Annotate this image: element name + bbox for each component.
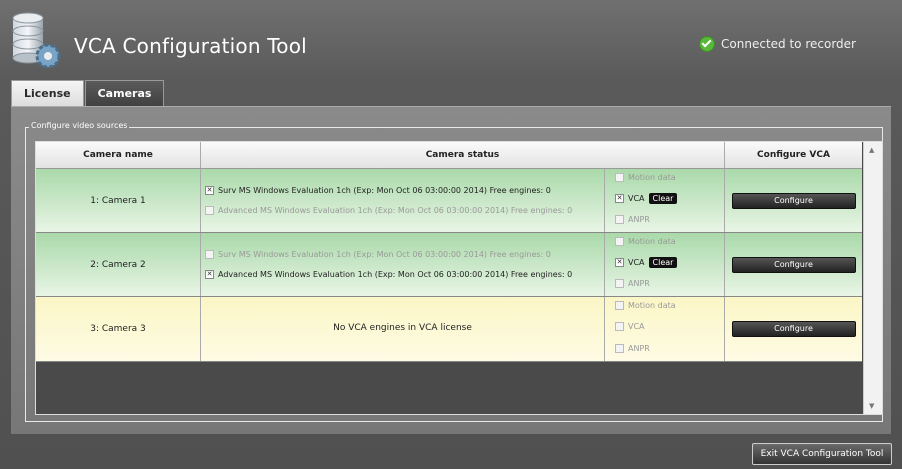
configure-cell: Configure bbox=[725, 169, 862, 232]
license-option: Advanced MS Windows Evaluation 1ch (Exp:… bbox=[205, 206, 572, 215]
column-header-camera-status[interactable]: Camera status bbox=[201, 142, 725, 168]
checkbox bbox=[615, 322, 624, 331]
engine-options: Motion data ✕ VCA Clear ANPR bbox=[605, 233, 725, 296]
checkbox[interactable]: ✕ bbox=[205, 186, 214, 195]
engine-vca[interactable]: ✕ VCA Clear bbox=[615, 257, 678, 268]
license-option: Surv MS Windows Evaluation 1ch (Exp: Mon… bbox=[205, 250, 551, 259]
camera-table: Camera name Camera status Configure VCA … bbox=[35, 141, 883, 415]
checkbox bbox=[615, 279, 624, 288]
camera-name: 1: Camera 1 bbox=[36, 169, 201, 232]
engine-anpr: ANPR bbox=[615, 215, 650, 224]
column-header-configure-vca[interactable]: Configure VCA bbox=[725, 142, 862, 168]
configure-button[interactable]: Configure bbox=[731, 321, 856, 337]
engine-label: VCA bbox=[628, 194, 645, 203]
column-header-camera-name[interactable]: Camera name bbox=[36, 142, 201, 168]
connection-status: Connected to recorder bbox=[699, 36, 856, 52]
database-gear-icon bbox=[11, 12, 63, 70]
engine-label: ANPR bbox=[628, 215, 650, 224]
license-option[interactable]: ✕ Advanced MS Windows Evaluation 1ch (Ex… bbox=[205, 270, 572, 279]
configure-cell: Configure bbox=[725, 297, 862, 361]
checkbox bbox=[615, 215, 624, 224]
scroll-up-icon[interactable]: ▲ bbox=[869, 146, 874, 154]
app-title: VCA Configuration Tool bbox=[74, 34, 307, 58]
engine-label: Motion data bbox=[628, 173, 676, 182]
configure-button[interactable]: Configure bbox=[731, 256, 856, 273]
connection-status-text: Connected to recorder bbox=[721, 37, 856, 51]
checkbox bbox=[615, 237, 624, 246]
table-header: Camera name Camera status Configure VCA bbox=[36, 142, 862, 169]
engine-motion-data: Motion data bbox=[615, 301, 676, 310]
engine-label: VCA bbox=[628, 322, 645, 331]
configure-cell: Configure bbox=[725, 233, 862, 296]
table-row[interactable]: 1: Camera 1 ✕ Surv MS Windows Evaluation… bbox=[36, 169, 862, 233]
engine-motion-data: Motion data bbox=[615, 173, 676, 182]
checkbox[interactable]: ✕ bbox=[205, 270, 214, 279]
configure-button[interactable]: Configure bbox=[731, 192, 856, 209]
group-label: Configure video sources bbox=[29, 121, 130, 130]
checkbox bbox=[205, 250, 214, 259]
camera-status: No VCA engines in VCA license bbox=[201, 297, 605, 361]
engine-vca[interactable]: ✕ VCA Clear bbox=[615, 193, 678, 204]
engine-anpr: ANPR bbox=[615, 279, 650, 288]
engine-label: VCA bbox=[628, 258, 645, 267]
checkbox bbox=[615, 301, 624, 310]
engine-options: Motion data VCA ANPR bbox=[605, 297, 725, 361]
clear-button[interactable]: Clear bbox=[648, 257, 678, 268]
checkbox[interactable]: ✕ bbox=[615, 258, 624, 267]
checkbox bbox=[615, 344, 624, 353]
tab-license[interactable]: License bbox=[11, 80, 84, 107]
engine-vca: VCA bbox=[615, 322, 645, 331]
check-circle-icon bbox=[699, 36, 716, 52]
no-license-text: No VCA engines in VCA license bbox=[333, 323, 472, 333]
license-text: Surv MS Windows Evaluation 1ch (Exp: Mon… bbox=[218, 186, 551, 195]
tab-cameras[interactable]: Cameras bbox=[84, 80, 165, 107]
camera-name: 2: Camera 2 bbox=[36, 233, 201, 296]
checkbox[interactable]: ✕ bbox=[615, 194, 624, 203]
license-option[interactable]: ✕ Surv MS Windows Evaluation 1ch (Exp: M… bbox=[205, 186, 551, 195]
camera-status: Surv MS Windows Evaluation 1ch (Exp: Mon… bbox=[201, 233, 605, 296]
license-text: Advanced MS Windows Evaluation 1ch (Exp:… bbox=[218, 206, 573, 215]
exit-button[interactable]: Exit VCA Configuration Tool bbox=[752, 443, 892, 465]
camera-name: 3: Camera 3 bbox=[36, 297, 201, 361]
engine-label: ANPR bbox=[628, 279, 650, 288]
clear-button[interactable]: Clear bbox=[648, 193, 678, 204]
cameras-panel: Configure video sources Camera name Came… bbox=[11, 106, 891, 434]
engine-motion-data: Motion data bbox=[615, 237, 676, 246]
engine-anpr: ANPR bbox=[615, 344, 650, 353]
engine-label: Motion data bbox=[628, 237, 676, 246]
camera-status: ✕ Surv MS Windows Evaluation 1ch (Exp: M… bbox=[201, 169, 605, 232]
scroll-down-icon[interactable]: ▼ bbox=[869, 402, 874, 410]
table-row[interactable]: 3: Camera 3 No VCA engines in VCA licens… bbox=[36, 297, 862, 362]
engine-options: Motion data ✕ VCA Clear ANPR bbox=[605, 169, 725, 232]
license-text: Surv MS Windows Evaluation 1ch (Exp: Mon… bbox=[218, 250, 551, 259]
checkbox bbox=[615, 173, 624, 182]
checkbox bbox=[205, 206, 214, 215]
table-row[interactable]: 2: Camera 2 Surv MS Windows Evaluation 1… bbox=[36, 233, 862, 297]
vertical-scrollbar[interactable]: ▲ ▼ bbox=[863, 142, 882, 414]
engine-label: ANPR bbox=[628, 344, 650, 353]
tab-bar: License Cameras bbox=[11, 80, 165, 107]
license-text: Advanced MS Windows Evaluation 1ch (Exp:… bbox=[218, 270, 573, 279]
engine-label: Motion data bbox=[628, 301, 676, 310]
